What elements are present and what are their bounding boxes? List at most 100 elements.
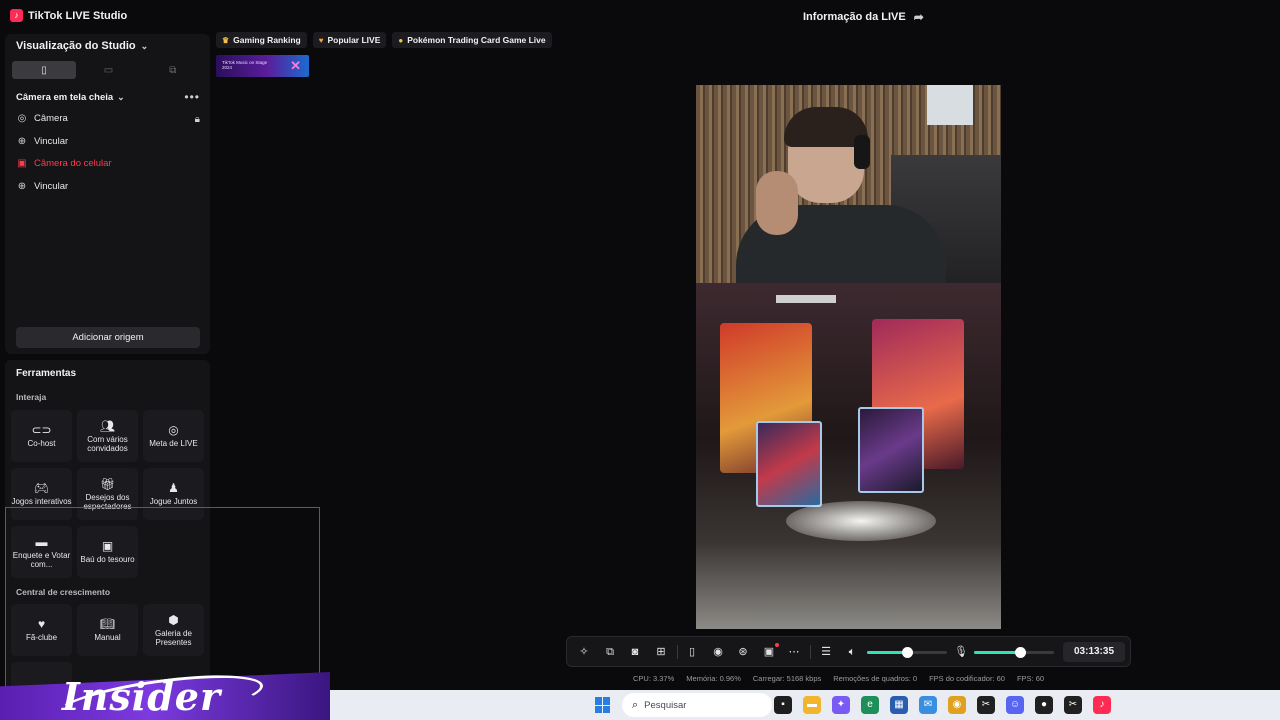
landscape-button[interactable]: ▭ bbox=[76, 61, 140, 79]
control-bar: ✧ ⧉ ◙ ⊞ ▯ ◉ ⊛ ▣ ⋯ ☰ 🔈︎ 🎙︎ 03:13:35 bbox=[566, 636, 1131, 667]
more-icon[interactable]: ⋯ bbox=[786, 644, 802, 660]
record-icon[interactable]: ◉ bbox=[710, 644, 726, 660]
tool-label: Meta de LIVE bbox=[149, 439, 198, 448]
source-label: Câmera bbox=[34, 112, 68, 124]
mic-volume-knob[interactable] bbox=[1015, 647, 1027, 658]
tool-label: Com vários convidados bbox=[87, 434, 128, 453]
card-right bbox=[858, 407, 924, 493]
taskbar-search[interactable]: ⌕ Pesquisar bbox=[622, 693, 772, 717]
obs-icon[interactable]: ● bbox=[1035, 696, 1053, 714]
event-banner[interactable]: TikTok Music on Stage 2024 ✕ bbox=[216, 55, 309, 77]
chip-pokemon-tcg[interactable]: ● Pokémon Trading Card Game Live bbox=[392, 32, 552, 48]
chrome-icon[interactable]: ◉ bbox=[948, 696, 966, 714]
overlay-frame bbox=[5, 507, 320, 687]
tool-label: Co-host bbox=[27, 439, 56, 448]
webcam-feed bbox=[696, 85, 1001, 295]
title-bar: ♪ TikTok LIVE Studio Informação da LIVE … bbox=[0, 0, 1280, 32]
live-timer: 03:13:35 bbox=[1063, 642, 1125, 662]
chevron-down-icon: ⌄ bbox=[140, 40, 149, 51]
multi-guest-icon: 👥︎ bbox=[99, 418, 116, 433]
speaker-volume-slider[interactable] bbox=[867, 647, 947, 658]
chip-label: Pokémon Trading Card Game Live bbox=[407, 35, 546, 45]
source-item-link[interactable]: ⊕ Vincular bbox=[16, 133, 68, 149]
sparkle-icon: ✕ bbox=[290, 58, 301, 73]
file-explorer-icon[interactable]: ▬ bbox=[803, 696, 821, 714]
store-icon[interactable]: ▦ bbox=[890, 696, 908, 714]
mail-icon[interactable]: ✉ bbox=[919, 696, 937, 714]
cpu-stat: CPU: 3.37% bbox=[633, 674, 675, 683]
chip-label: Gaming Ranking bbox=[233, 35, 301, 45]
phone-icon[interactable]: ▯ bbox=[684, 644, 700, 660]
banner-text: TikTok Music on Stage 2024 bbox=[222, 60, 268, 70]
heart-icon: ♥ bbox=[318, 35, 324, 45]
dual-layout-button[interactable]: ⧉ bbox=[141, 61, 205, 79]
light-reflection bbox=[786, 501, 936, 541]
copilot-icon[interactable]: ✦ bbox=[832, 696, 850, 714]
lock-icon[interactable]: 🔒︎ bbox=[195, 114, 200, 125]
microphone-icon[interactable]: 🎙︎ bbox=[953, 644, 969, 660]
link-icon: ⊂⊃ bbox=[31, 423, 52, 437]
dropped-frames-stat: Remoções de quadros: 0 bbox=[833, 674, 918, 683]
add-source-button[interactable]: Adicionar origem bbox=[16, 327, 200, 348]
more-options-icon[interactable]: ••• bbox=[184, 90, 200, 104]
search-placeholder: Pesquisar bbox=[644, 699, 687, 711]
search-icon: ⌕ bbox=[632, 698, 639, 711]
scene-label: Câmera em tela cheia bbox=[16, 92, 114, 103]
magic-wand-icon[interactable]: ✧ bbox=[576, 644, 592, 660]
phone-camera-icon: ▣ bbox=[17, 157, 27, 169]
studio-view-label: Visualização do Studio bbox=[16, 40, 136, 52]
source-label: Câmera do celular bbox=[34, 157, 112, 169]
effects-icon[interactable]: ⧉ bbox=[602, 644, 618, 660]
source-item-link-2[interactable]: ⊕ Vincular bbox=[16, 178, 68, 194]
source-item-phone-camera[interactable]: ▣ Câmera do celular bbox=[16, 155, 112, 171]
notification-dot bbox=[775, 643, 779, 647]
tool-live-goal[interactable]: ◎ Meta de LIVE bbox=[143, 410, 204, 462]
insider-logo: Insider bbox=[62, 674, 221, 719]
tiktok-logo-icon: ♪ bbox=[10, 9, 23, 22]
settings-sliders-icon[interactable]: ☰ bbox=[818, 644, 834, 660]
live-info-label: Informação da LIVE bbox=[803, 11, 906, 23]
task-view-icon[interactable]: ▪ bbox=[774, 696, 792, 714]
tool-co-host[interactable]: ⊂⊃ Co-host bbox=[11, 410, 72, 462]
camera-icon: ◎ bbox=[17, 112, 27, 124]
tiktok-studio-icon[interactable]: ♪ bbox=[1093, 696, 1111, 714]
tool-label: Jogue Juntos bbox=[149, 497, 198, 506]
speaker-volume-fill bbox=[867, 651, 907, 654]
chip-gaming-ranking[interactable]: ♛ Gaming Ranking bbox=[216, 32, 307, 48]
add-scene-icon[interactable]: ⊞ bbox=[653, 644, 669, 660]
screenshot-icon[interactable]: ◙ bbox=[627, 644, 643, 660]
headset-shape bbox=[854, 135, 870, 169]
chip-popular-live[interactable]: ♥ Popular LIVE bbox=[312, 32, 387, 48]
section-interact: Interaja bbox=[16, 392, 47, 402]
encoder-fps-stat: FPS do codificador: 60 bbox=[929, 674, 1005, 683]
scene-dropdown[interactable]: Câmera em tela cheia ⌄ bbox=[16, 92, 125, 103]
tool-multi-guest[interactable]: 👥︎ Com vários convidados bbox=[77, 410, 138, 462]
live-info-button[interactable]: Informação da LIVE ➦ bbox=[803, 10, 924, 24]
camera-switch-icon[interactable]: ⊛ bbox=[735, 644, 751, 660]
windows-start-icon[interactable] bbox=[595, 697, 611, 713]
app-title: TikTok LIVE Studio bbox=[28, 10, 128, 22]
chip-label: Popular LIVE bbox=[327, 35, 381, 45]
share-icon: ➦ bbox=[913, 10, 924, 24]
source-item-camera[interactable]: ◎ Câmera bbox=[16, 110, 68, 126]
live-preview[interactable] bbox=[696, 85, 1001, 629]
mic-volume-fill bbox=[974, 651, 1021, 654]
capcut-2-icon[interactable]: ✂ bbox=[1064, 696, 1082, 714]
source-label: Vincular bbox=[34, 180, 69, 192]
mic-volume-slider[interactable] bbox=[974, 647, 1054, 658]
gift-icon: 🎁︎ bbox=[99, 476, 116, 491]
source-label: Vincular bbox=[34, 135, 69, 147]
phone-camera-feed bbox=[696, 283, 1001, 629]
edge-icon[interactable]: e bbox=[861, 696, 879, 714]
discord-icon[interactable]: ☺ bbox=[1006, 696, 1024, 714]
capcut-icon[interactable]: ✂ bbox=[977, 696, 995, 714]
target-icon: ◎ bbox=[168, 423, 179, 437]
portrait-button[interactable]: ▯ bbox=[12, 61, 77, 79]
speaker-volume-knob[interactable] bbox=[902, 647, 913, 658]
separator bbox=[810, 645, 811, 659]
memory-stat: Memória: 0.96% bbox=[686, 674, 741, 683]
studio-view-dropdown[interactable]: Visualização do Studio ⌄ bbox=[16, 40, 148, 52]
chevron-down-icon: ⌄ bbox=[117, 92, 125, 102]
gamepad-icon: 🎮︎ bbox=[33, 481, 50, 495]
speaker-icon[interactable]: 🔈︎ bbox=[844, 644, 860, 660]
